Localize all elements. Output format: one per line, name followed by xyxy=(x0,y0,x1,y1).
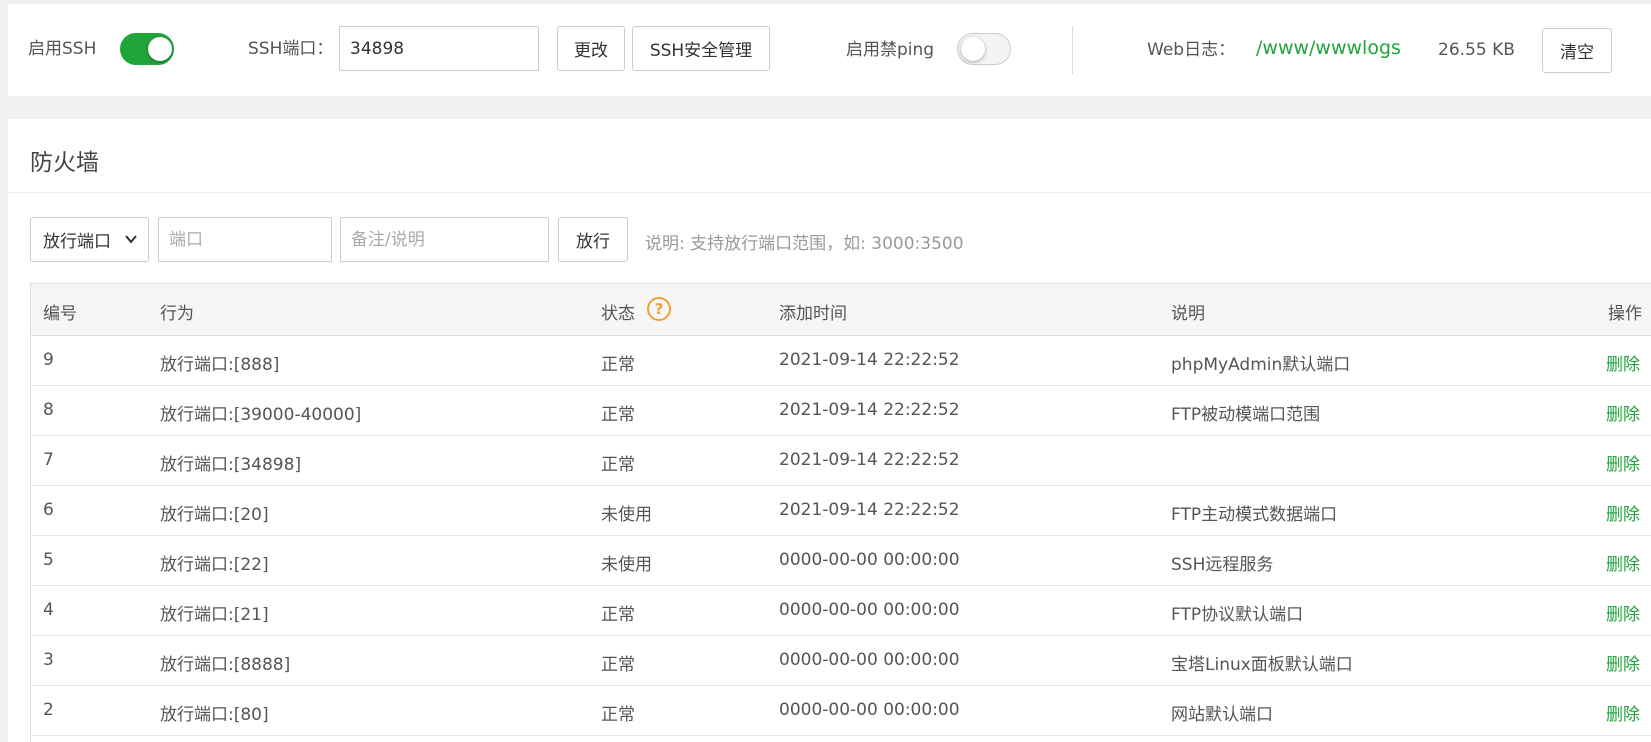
row-note: phpMyAdmin默认端口 xyxy=(1171,355,1351,375)
port-input[interactable] xyxy=(158,217,332,262)
delete-link[interactable]: 删除 xyxy=(1606,450,1640,475)
ssh-port-label: SSH端口： xyxy=(248,39,334,59)
row-action: 放行端口:[39000-40000] xyxy=(160,405,362,425)
delete-link[interactable]: 删除 xyxy=(1606,600,1640,625)
header-note: 说明 xyxy=(1171,304,1205,324)
delete-link[interactable]: 删除 xyxy=(1606,700,1640,725)
header-added-time: 添加时间 xyxy=(779,304,847,324)
ssh-enable-label: 启用SSH xyxy=(28,39,97,59)
row-id: 4 xyxy=(43,600,54,620)
table-row: 7 放行端口:[34898] 正常 2021-09-14 22:22:52 删除 xyxy=(31,436,1651,486)
ssh-port-input[interactable] xyxy=(339,26,539,71)
table-row: 5 放行端口:[22] 未使用 0000-00-00 00:00:00 SSH远… xyxy=(31,536,1651,586)
hint-text: 说明: 支持放行端口范围，如: 3000:3500 xyxy=(645,234,964,254)
row-added-time: 0000-00-00 00:00:00 xyxy=(779,650,960,670)
ping-toggle-knob xyxy=(961,37,985,61)
note-input[interactable] xyxy=(340,217,549,262)
panel-divider xyxy=(8,192,1651,193)
table-row: 9 放行端口:[888] 正常 2021-09-14 22:22:52 phpM… xyxy=(31,336,1651,386)
delete-link[interactable]: 删除 xyxy=(1606,350,1640,375)
row-id: 5 xyxy=(43,550,54,570)
row-note: SSH远程服务 xyxy=(1171,555,1274,575)
row-added-time: 0000-00-00 00:00:00 xyxy=(779,550,960,570)
row-action: 放行端口:[22] xyxy=(160,555,269,575)
allow-button[interactable]: 放行 xyxy=(558,217,628,262)
row-action: 放行端口:[80] xyxy=(160,705,269,725)
row-note: FTP主动模式数据端口 xyxy=(1171,505,1338,525)
row-status: 正常 xyxy=(601,605,635,625)
row-status: 正常 xyxy=(601,655,635,675)
header-op: 操作 xyxy=(1608,304,1642,324)
row-id: 2 xyxy=(43,700,54,720)
row-id: 9 xyxy=(43,350,54,370)
row-note: FTP协议默认端口 xyxy=(1171,605,1304,625)
rule-type-value: 放行端口 xyxy=(43,232,111,252)
row-status: 未使用 xyxy=(601,555,652,575)
panel-title: 防火墙 xyxy=(30,150,99,176)
weblog-label: Web日志： xyxy=(1147,40,1236,60)
delete-link[interactable]: 删除 xyxy=(1606,650,1640,675)
row-id: 3 xyxy=(43,650,54,670)
firewall-panel: 防火墙 放行端口 放行 说明: 支持放行端口范围，如: 3000:3500 编号… xyxy=(8,119,1651,742)
table-row: 8 放行端口:[39000-40000] 正常 2021-09-14 22:22… xyxy=(31,386,1651,436)
row-action: 放行端口:[20] xyxy=(160,505,269,525)
delete-link[interactable]: 删除 xyxy=(1606,400,1640,425)
row-action: 放行端口:[8888] xyxy=(160,655,291,675)
weblog-path-link[interactable]: /www/wwwlogs xyxy=(1256,38,1401,58)
topbar-divider xyxy=(1072,26,1073,74)
delete-link[interactable]: 删除 xyxy=(1606,550,1640,575)
row-status: 正常 xyxy=(601,455,635,475)
row-id: 7 xyxy=(43,450,54,470)
row-added-time: 2021-09-14 22:22:52 xyxy=(779,500,960,520)
delete-link[interactable]: 删除 xyxy=(1606,500,1640,525)
table-row: 2 放行端口:[80] 正常 0000-00-00 00:00:00 网站默认端… xyxy=(31,686,1651,736)
weblog-size: 26.55 KB xyxy=(1438,40,1515,60)
table-row: 4 放行端口:[21] 正常 0000-00-00 00:00:00 FTP协议… xyxy=(31,586,1651,636)
row-status: 正常 xyxy=(601,355,635,375)
row-added-time: 0000-00-00 00:00:00 xyxy=(779,700,960,720)
row-action: 放行端口:[34898] xyxy=(160,455,302,475)
ssh-security-button[interactable]: SSH安全管理 xyxy=(632,26,770,71)
table-header: 编号 行为 状态 ? 添加时间 说明 操作 xyxy=(31,284,1651,336)
ssh-toggle[interactable] xyxy=(120,33,174,65)
row-added-time: 0000-00-00 00:00:00 xyxy=(779,600,960,620)
header-action: 行为 xyxy=(160,304,194,324)
ssh-toggle-knob xyxy=(148,37,172,61)
help-icon[interactable]: ? xyxy=(647,297,671,321)
rule-type-select[interactable]: 放行端口 xyxy=(30,217,149,262)
row-action: 放行端口:[888] xyxy=(160,355,280,375)
chevron-down-icon xyxy=(125,235,137,244)
settings-bar: 启用SSH SSH端口： 更改 SSH安全管理 启用禁ping Web日志： /… xyxy=(8,4,1651,96)
table-row: 3 放行端口:[8888] 正常 0000-00-00 00:00:00 宝塔L… xyxy=(31,636,1651,686)
row-status: 正常 xyxy=(601,405,635,425)
change-port-button[interactable]: 更改 xyxy=(557,26,625,71)
row-added-time: 2021-09-14 22:22:52 xyxy=(779,400,960,420)
row-status: 正常 xyxy=(601,705,635,725)
row-added-time: 2021-09-14 22:22:52 xyxy=(779,450,960,470)
row-action: 放行端口:[21] xyxy=(160,605,269,625)
firewall-table: 编号 行为 状态 ? 添加时间 说明 操作 9 放行端口:[888] 正常 20… xyxy=(30,283,1651,742)
table-row: 6 放行端口:[20] 未使用 2021-09-14 22:22:52 FTP主… xyxy=(31,486,1651,536)
row-id: 8 xyxy=(43,400,54,420)
row-note: 宝塔Linux面板默认端口 xyxy=(1171,655,1353,675)
row-note: FTP被动模端口范围 xyxy=(1171,405,1321,425)
header-id: 编号 xyxy=(43,304,77,324)
ping-toggle[interactable] xyxy=(957,33,1011,65)
clear-log-button[interactable]: 清空 xyxy=(1542,28,1612,73)
row-added-time: 2021-09-14 22:22:52 xyxy=(779,350,960,370)
row-status: 未使用 xyxy=(601,505,652,525)
header-status: 状态 xyxy=(601,304,635,324)
row-id: 6 xyxy=(43,500,54,520)
ping-label: 启用禁ping xyxy=(846,40,935,60)
row-note: 网站默认端口 xyxy=(1171,705,1273,725)
